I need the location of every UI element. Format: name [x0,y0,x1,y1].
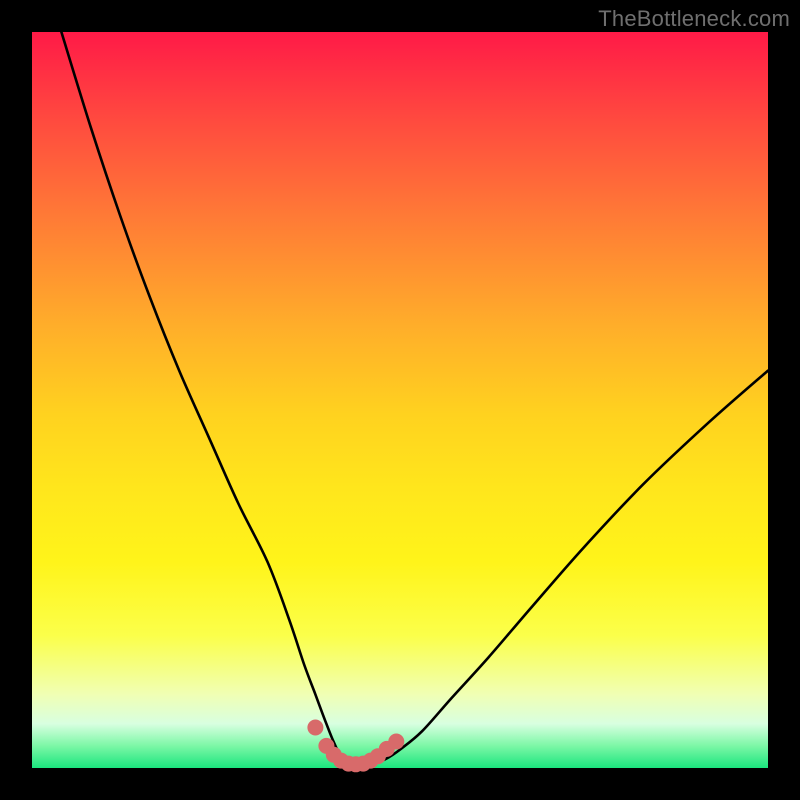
valley-dot [388,734,404,750]
plot-area [32,32,768,768]
watermark-text: TheBottleneck.com [598,6,790,32]
bottleneck-curve [61,32,768,767]
chart-svg [32,32,768,768]
valley-dots-group [307,720,404,773]
chart-frame: TheBottleneck.com [0,0,800,800]
valley-dot [307,720,323,736]
